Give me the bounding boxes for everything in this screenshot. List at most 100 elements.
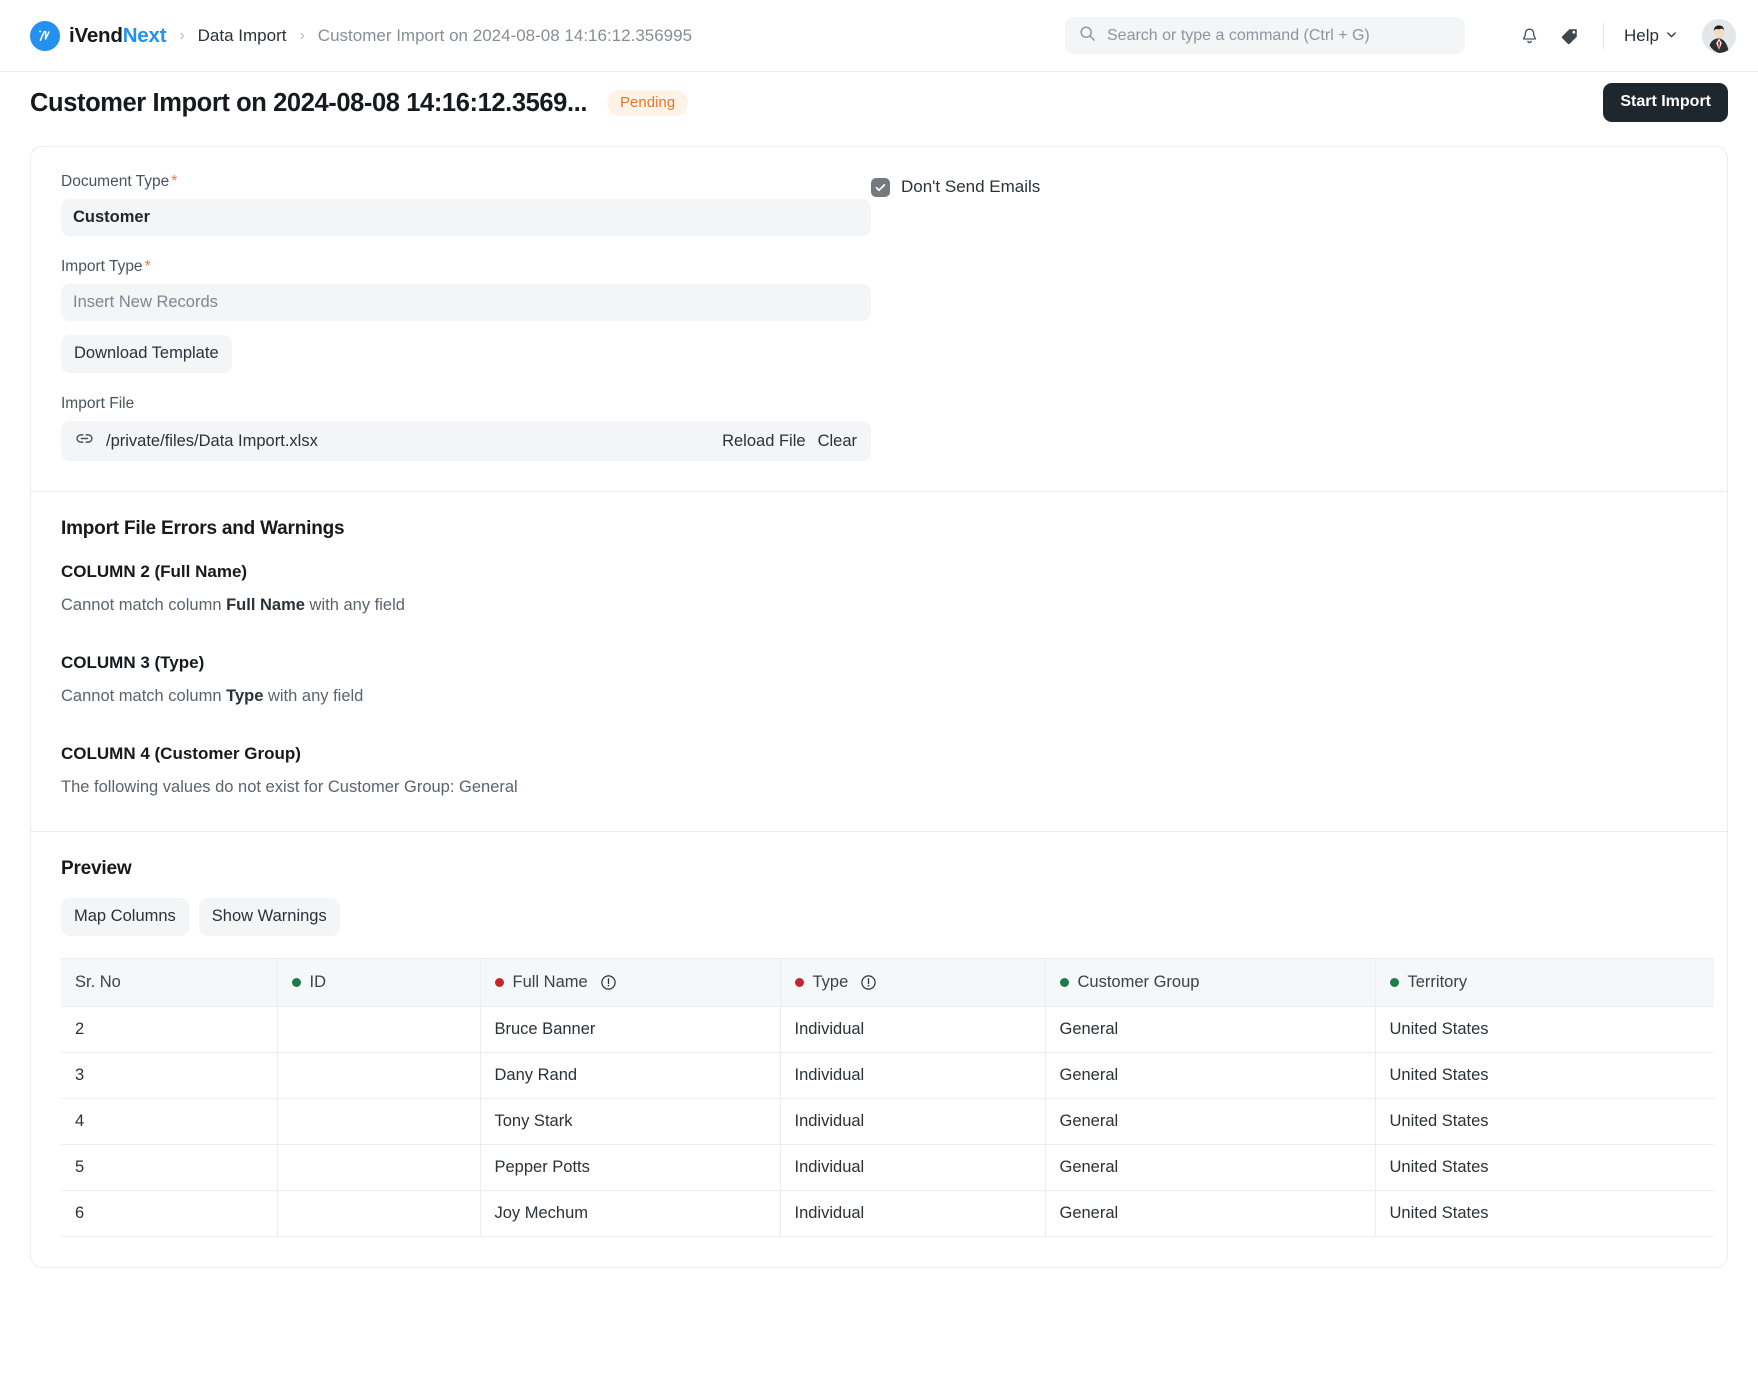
form-left-column: Document Type * Customer Import Type * Ins… xyxy=(61,173,871,461)
ivend-logo-icon xyxy=(30,20,60,51)
error-message-bold: Type xyxy=(226,687,264,705)
preview-section: Preview Map Columns Show Warnings Sr. No xyxy=(31,832,1727,1267)
error-heading: COLUMN 2 (Full Name) xyxy=(61,562,248,581)
cell-customer-group: General xyxy=(1044,1052,1376,1099)
user-avatar[interactable] xyxy=(1702,19,1736,53)
table-header-row: Sr. No ID Full Name Type Customer Group … xyxy=(61,958,1714,1007)
cell-sr-no: 2 xyxy=(61,1006,278,1053)
error-message-suffix: with any field xyxy=(304,596,405,614)
errors-section-title: Import File Errors and Warnings xyxy=(61,518,345,539)
breadcrumb-item-current: Customer Import on 2024-08-08 14:16:12.3… xyxy=(317,25,693,45)
brand-text-second: Next xyxy=(122,23,167,47)
import-type-label: Import Type * xyxy=(61,258,871,276)
navbar-divider xyxy=(1603,23,1605,49)
global-search[interactable] xyxy=(1065,17,1465,54)
chevron-down-icon xyxy=(1665,26,1678,46)
top-navbar: iVendNext › Data Import › Customer Impor… xyxy=(0,0,1758,72)
table-header-type-label: Type xyxy=(812,973,849,991)
import-type-required: * xyxy=(144,258,151,275)
document-type-label-text: Document Type xyxy=(61,173,170,190)
error-message-prefix: Cannot match column xyxy=(61,596,227,614)
download-template-button[interactable]: Download Template xyxy=(61,335,232,373)
cell-customer-group: General xyxy=(1044,1190,1376,1237)
help-label: Help xyxy=(1624,26,1659,45)
cell-id xyxy=(276,1052,481,1099)
tag-icon[interactable] xyxy=(1549,16,1589,56)
cell-full-name: Tony Stark xyxy=(479,1098,781,1145)
table-row[interactable]: 5 Pepper Potts Individual General United… xyxy=(61,1144,1714,1191)
cell-territory: United States xyxy=(1374,1098,1714,1145)
table-header-territory-label: Territory xyxy=(1407,973,1468,991)
dont-send-emails-row[interactable]: Don't Send Emails xyxy=(871,177,1697,197)
page-header: Customer Import on 2024-08-08 14:16:12.3… xyxy=(0,72,1758,134)
breadcrumb-separator-1: › xyxy=(179,26,185,44)
cell-sr-no: 3 xyxy=(61,1052,278,1099)
cell-territory: United States xyxy=(1374,1006,1714,1053)
breadcrumb-item-data-import[interactable]: Data Import xyxy=(198,26,287,46)
dont-send-emails-checkbox[interactable] xyxy=(871,177,890,197)
error-heading: COLUMN 4 (Customer Group) xyxy=(61,744,301,763)
status-dot-green xyxy=(1059,978,1069,987)
brand-home-link[interactable]: iVendNext xyxy=(30,20,167,51)
cell-sr-no: 6 xyxy=(61,1190,278,1237)
error-message: Cannot match column Full Name with any f… xyxy=(61,596,1697,615)
error-message: Cannot match column Type with any field xyxy=(61,687,1697,706)
status-dot-green xyxy=(1389,978,1399,987)
clear-file-button[interactable]: Clear xyxy=(818,432,857,451)
cell-id xyxy=(276,1098,481,1145)
cell-type: Individual xyxy=(779,1144,1046,1191)
error-message-bold: Full Name xyxy=(226,596,305,614)
table-row[interactable]: 2 Bruce Banner Individual General United… xyxy=(61,1006,1714,1053)
import-type-label-text: Import Type xyxy=(61,258,143,275)
cell-type: Individual xyxy=(779,1006,1046,1053)
bell-icon[interactable] xyxy=(1509,16,1549,56)
status-dot-red xyxy=(494,978,504,987)
table-header-customer-group[interactable]: Customer Group xyxy=(1044,958,1376,1007)
help-menu[interactable]: Help xyxy=(1618,22,1684,50)
table-header-type[interactable]: Type xyxy=(779,958,1046,1007)
preview-section-title: Preview xyxy=(61,858,132,879)
preview-table: Sr. No ID Full Name Type Customer Group … xyxy=(61,958,1714,1237)
table-header-full-name[interactable]: Full Name xyxy=(479,958,781,1007)
cell-full-name: Joy Mechum xyxy=(479,1190,781,1237)
import-card: Document Type * Customer Import Type * Ins… xyxy=(30,146,1728,1268)
cell-territory: United States xyxy=(1374,1190,1714,1237)
reload-file-button[interactable]: Reload File xyxy=(722,432,805,451)
cell-type: Individual xyxy=(779,1098,1046,1145)
cell-full-name: Dany Rand xyxy=(479,1052,781,1099)
page-title: Customer Import on 2024-08-08 14:16:12.3… xyxy=(30,88,588,117)
navbar-actions: Help xyxy=(1509,0,1736,72)
cell-territory: United States xyxy=(1374,1052,1714,1099)
cell-full-name: Pepper Potts xyxy=(479,1144,781,1191)
document-type-field[interactable]: Customer xyxy=(61,199,871,236)
table-header-sr-no[interactable]: Sr. No xyxy=(61,958,278,1007)
table-header-id[interactable]: ID xyxy=(276,958,481,1007)
warning-circle-icon[interactable] xyxy=(860,974,877,991)
breadcrumb-separator-2: › xyxy=(299,26,305,44)
start-import-button[interactable]: Start Import xyxy=(1603,83,1728,122)
warning-circle-icon[interactable] xyxy=(600,974,617,991)
import-type-field[interactable]: Insert New Records xyxy=(61,284,871,321)
table-row[interactable]: 3 Dany Rand Individual General United St… xyxy=(61,1052,1714,1099)
error-message-prefix: The following values do not exist for Cu… xyxy=(61,778,518,796)
brand-text: iVendNext xyxy=(69,23,167,48)
cell-type: Individual xyxy=(779,1052,1046,1099)
brand-text-first: iVend xyxy=(69,23,123,47)
cell-customer-group: General xyxy=(1044,1144,1376,1191)
error-item: COLUMN 2 (Full Name) Cannot match column… xyxy=(61,562,1697,615)
cell-id xyxy=(276,1006,481,1053)
show-warnings-button[interactable]: Show Warnings xyxy=(198,898,340,936)
map-columns-button[interactable]: Map Columns xyxy=(61,898,189,936)
search-input[interactable] xyxy=(1107,26,1447,45)
table-header-territory[interactable]: Territory xyxy=(1374,958,1714,1007)
table-row[interactable]: 6 Joy Mechum Individual General United S… xyxy=(61,1190,1714,1237)
cell-id xyxy=(276,1144,481,1191)
table-row[interactable]: 4 Tony Stark Individual General United S… xyxy=(61,1098,1714,1145)
cell-type: Individual xyxy=(779,1190,1046,1237)
cell-id xyxy=(276,1190,481,1237)
table-header-full-name-label: Full Name xyxy=(512,973,588,991)
error-heading: COLUMN 3 (Type) xyxy=(61,653,205,672)
document-type-required: * xyxy=(171,173,178,190)
preview-toolbar: Map Columns Show Warnings xyxy=(61,898,1697,936)
document-type-label: Document Type * xyxy=(61,173,871,191)
